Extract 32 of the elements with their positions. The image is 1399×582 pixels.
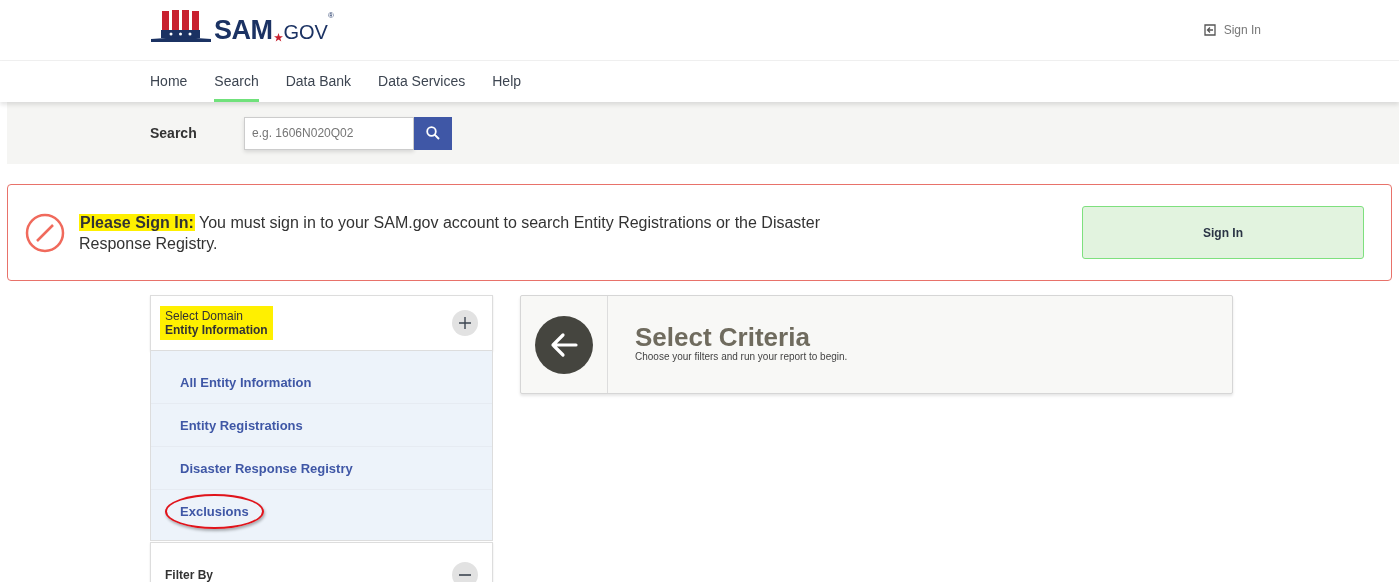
nav-tab[interactable]: Help (492, 61, 522, 102)
domain-option[interactable]: All Entity Information (165, 364, 327, 400)
search-icon (426, 126, 440, 140)
sign-in-icon (1203, 24, 1216, 36)
nav-tab[interactable]: Data Services (378, 61, 466, 102)
sign-in-button[interactable]: Sign In (1082, 206, 1364, 259)
logo-text: GOV (283, 22, 328, 43)
hat-icon (150, 9, 212, 43)
prohibited-icon (25, 212, 65, 253)
domain-value: Entity Information (165, 323, 268, 337)
nav-tab[interactable]: Home (150, 61, 188, 102)
search-label: Search (150, 125, 198, 141)
search-field[interactable]: e.g. 1606N020Q02 (244, 116, 414, 150)
criteria-subtitle: Choose your filters and run your report to begin. (635, 351, 848, 362)
star-icon (273, 33, 283, 42)
filter-label: Filter By (165, 568, 213, 582)
expand-button[interactable] (452, 310, 478, 336)
search-button[interactable] (414, 116, 452, 150)
nav-tab[interactable]: Data Bank (285, 61, 352, 102)
plus-icon (458, 316, 472, 330)
domain-option[interactable]: Disaster Response Registry (165, 450, 368, 486)
collapse-button[interactable] (452, 562, 478, 582)
domain-label: Select Domain (165, 309, 245, 323)
logo-text: SAM (214, 17, 273, 43)
panel-header[interactable]: Select Domain Entity Information (150, 295, 493, 351)
registered-mark: ® (327, 11, 334, 20)
domain-option[interactable]: Exclusions (165, 493, 264, 529)
domain-option[interactable]: Entity Registrations (165, 407, 318, 443)
alert-message: Please Sign In: You must sign in to your SAM.gov account to search Entity Registrations or the Disaster Response Registry. (79, 212, 821, 254)
criteria-title: Select Criteria (635, 323, 811, 351)
panel-header[interactable]: Filter By (150, 542, 493, 582)
sign-in-link[interactable]: Sign In (1203, 23, 1261, 37)
